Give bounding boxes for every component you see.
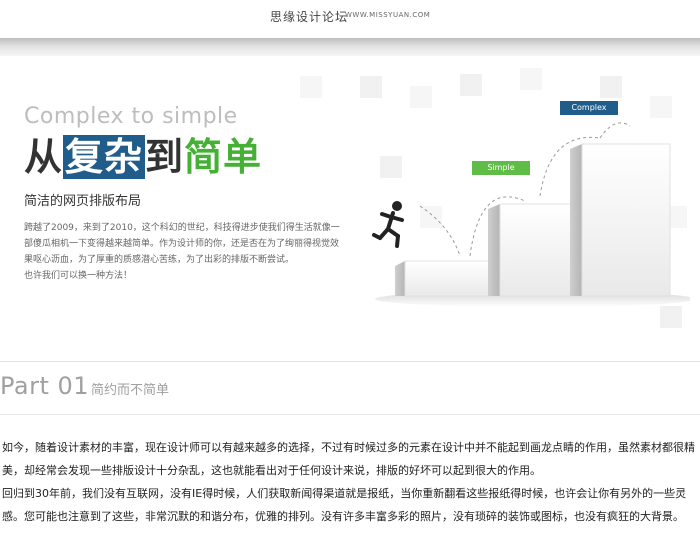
- banner-paragraph: 也许我们可以换一种方法！: [24, 271, 133, 281]
- step-3: [581, 143, 671, 297]
- headline: 从复杂到简单: [24, 132, 262, 182]
- section-subtitle: 简约而不简单: [91, 383, 170, 398]
- running-man-icon: [372, 201, 404, 248]
- banner-body: 跨越了2009，来到了2010，这个科幻的世纪，科技得进步使我们得生活就像一 部…: [24, 220, 359, 284]
- headline-complex: 复杂: [63, 135, 146, 179]
- step-1: [404, 260, 501, 297]
- step-3-side: [570, 144, 582, 296]
- tagline-english: Complex to simple: [24, 104, 238, 129]
- divider: [0, 361, 700, 362]
- complex-label: Complex: [560, 101, 618, 115]
- step-1-side: [395, 261, 405, 296]
- grid-cell: [300, 76, 322, 98]
- site-url[interactable]: WWW.MISSYUAN.COM: [345, 11, 430, 19]
- article-body: 如今，随着设计素材的丰富，现在设计师可以有越来越多的选择，不过有时候过多的元素在…: [2, 436, 700, 528]
- banner-paragraph: 果呕心沥血，为了厚重的质感潜心苦练，为了出彩的排版不断尝试。: [24, 255, 295, 265]
- staircase-illustration: [372, 122, 690, 307]
- subheading: 简洁的网页排版布局: [24, 194, 142, 209]
- banner-paragraph: 部傻瓜相机一下变得越来越简单。作为设计师的你，还是否在为了绚丽得视觉效: [24, 239, 340, 249]
- divider: [0, 414, 700, 415]
- section-part-number: Part 01: [0, 372, 90, 400]
- headline-from: 从: [24, 135, 64, 179]
- site-title[interactable]: 思缘设计论坛: [270, 8, 348, 25]
- headline-simple: 简单: [184, 135, 263, 179]
- jump-arc-1: [419, 205, 461, 257]
- header-divider-band: [0, 38, 700, 56]
- section-title: Part 01 简约而不简单: [0, 372, 169, 404]
- site-header: 思缘设计论坛 WWW.MISSYUAN.COM: [0, 0, 700, 30]
- simple-label: Simple: [472, 161, 530, 175]
- headline-to: 到: [145, 135, 185, 179]
- jump-arc-4: [599, 122, 631, 139]
- hero-banner: Complex to simple 从复杂到简单 简洁的网页排版布局 跨越了20…: [0, 56, 700, 361]
- step-2-side: [488, 204, 500, 296]
- article-paragraph: 如今，随着设计素材的丰富，现在设计师可以有越来越多的选择，不过有时候过多的元素在…: [2, 441, 695, 477]
- article-paragraph: 回归到30年前，我们没有互联网，没有IE得时候，人们获取新闻得渠道就是报纸，当你…: [2, 487, 687, 523]
- banner-paragraph: 跨越了2009，来到了2010，这个科幻的世纪，科技得进步使我们得生活就像一: [24, 223, 340, 233]
